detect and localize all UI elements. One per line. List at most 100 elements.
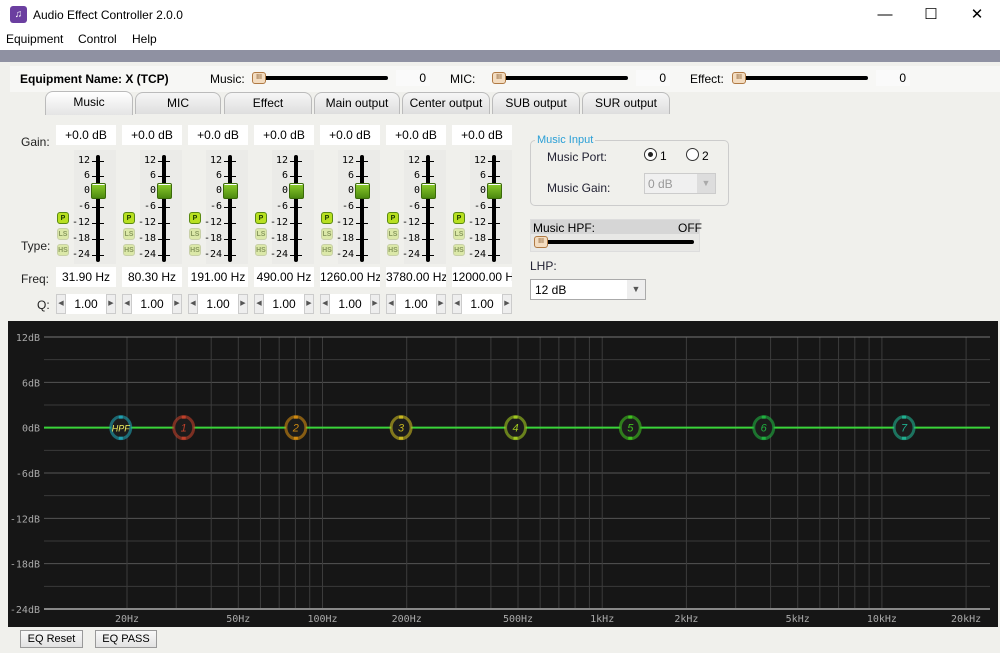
band-fader-thumb[interactable]	[421, 183, 436, 199]
band-q-value[interactable]: 1.00	[330, 294, 370, 314]
tab-music[interactable]: Music	[45, 91, 133, 115]
effect-volume-slider[interactable]	[736, 76, 868, 80]
band-gain-fader[interactable]	[492, 155, 496, 262]
tab-main-output[interactable]: Main output	[314, 92, 400, 114]
band-type-p-button[interactable]: P	[321, 212, 333, 224]
band-type-ls-button[interactable]: LS	[57, 228, 69, 240]
band-gain-fader[interactable]	[360, 155, 364, 262]
band-q-value[interactable]: 1.00	[132, 294, 172, 314]
band-q-value[interactable]: 1.00	[396, 294, 436, 314]
q-increase-button[interactable]: ▶	[436, 294, 446, 314]
music-gain-select[interactable]: 0 dB ▼	[644, 173, 716, 194]
q-decrease-button[interactable]: ◀	[188, 294, 198, 314]
band-type-p-button[interactable]: P	[453, 212, 465, 224]
tab-center-output[interactable]: Center output	[402, 92, 490, 114]
band-type-p-button[interactable]: P	[189, 212, 201, 224]
q-increase-button[interactable]: ▶	[502, 294, 512, 314]
tab-effect[interactable]: Effect	[224, 92, 312, 114]
y-tick-label: -24dB	[10, 605, 40, 616]
fader-scale-tick: -18	[138, 233, 157, 244]
band-type-ls-button[interactable]: LS	[387, 228, 399, 240]
mic-volume-slider[interactable]	[496, 76, 628, 80]
band-type-hs-button[interactable]: HS	[57, 244, 69, 256]
band-type-p-button[interactable]: P	[387, 212, 399, 224]
band-freq-value: 3780.00 Hz	[386, 267, 446, 287]
x-tick-label: 500Hz	[503, 614, 533, 625]
band-freq-value: 490.00 Hz	[254, 267, 314, 287]
q-increase-button[interactable]: ▶	[172, 294, 182, 314]
band-fader-thumb[interactable]	[487, 183, 502, 199]
band-type-ls-button[interactable]: LS	[255, 228, 267, 240]
close-button[interactable]: ✕	[954, 0, 1000, 30]
band-q-value[interactable]: 1.00	[66, 294, 106, 314]
hpf-slider[interactable]	[536, 240, 694, 244]
q-decrease-button[interactable]: ◀	[254, 294, 264, 314]
band-gain-fader[interactable]	[228, 155, 232, 262]
fader-scale-tick: -12	[204, 217, 223, 228]
tab-mic[interactable]: MIC	[135, 92, 221, 114]
tab-sub-output[interactable]: SUB output	[492, 92, 580, 114]
music-volume-slider[interactable]	[256, 76, 388, 80]
band-type-p-button[interactable]: P	[57, 212, 69, 224]
band-type-hs-button[interactable]: HS	[189, 244, 201, 256]
band-gain-fader[interactable]	[162, 155, 166, 262]
q-decrease-button[interactable]: ◀	[56, 294, 66, 314]
eq-response-graph[interactable]: 12dB 6dB 0dB -6dB -12dB -18dB -24dB 20Hz 50Hz 100…	[8, 321, 998, 627]
menu-control[interactable]: Control	[78, 32, 117, 46]
band-type-ls-button[interactable]: LS	[123, 228, 135, 240]
band-type-ls-button[interactable]: LS	[189, 228, 201, 240]
band-gain-fader[interactable]	[426, 155, 430, 262]
eq-node-label: 6	[761, 423, 768, 435]
fader-scale-tick: 12	[209, 155, 222, 166]
band-type-ls-button[interactable]: LS	[321, 228, 333, 240]
band-type-hs-button[interactable]: HS	[321, 244, 333, 256]
eq-reset-button[interactable]: EQ Reset	[20, 630, 83, 648]
band-type-hs-button[interactable]: HS	[387, 244, 399, 256]
lhp-select[interactable]: 12 dB ▼	[530, 279, 646, 300]
music-port-radio-2[interactable]	[686, 148, 699, 161]
menu-help[interactable]: Help	[132, 32, 157, 46]
band-type-p-button[interactable]: P	[123, 212, 135, 224]
band-fader-thumb[interactable]	[157, 183, 172, 199]
chevron-down-icon: ▼	[697, 174, 715, 193]
band-q-value[interactable]: 1.00	[264, 294, 304, 314]
band-type-hs-button[interactable]: HS	[255, 244, 267, 256]
fader-scale-tick: 0	[83, 185, 90, 196]
eq-node-handle	[902, 436, 907, 440]
minimize-button[interactable]: —	[862, 0, 908, 30]
mic-volume-thumb[interactable]: III	[492, 72, 506, 84]
fader-scale-tick: 6	[347, 170, 354, 181]
music-port-radio-1[interactable]	[644, 148, 657, 161]
q-increase-button[interactable]: ▶	[106, 294, 116, 314]
fader-scale-tick: 0	[413, 185, 420, 196]
band-type-hs-button[interactable]: HS	[123, 244, 135, 256]
fader-scale-tick: -18	[468, 233, 487, 244]
band-type-hs-button[interactable]: HS	[453, 244, 465, 256]
q-increase-button[interactable]: ▶	[304, 294, 314, 314]
band-fader-thumb[interactable]	[289, 183, 304, 199]
q-decrease-button[interactable]: ◀	[452, 294, 462, 314]
band-gain-fader[interactable]	[294, 155, 298, 262]
q-increase-button[interactable]: ▶	[238, 294, 248, 314]
band-fader-thumb[interactable]	[355, 183, 370, 199]
band-q-value[interactable]: 1.00	[462, 294, 502, 314]
q-decrease-button[interactable]: ◀	[122, 294, 132, 314]
q-increase-button[interactable]: ▶	[370, 294, 380, 314]
music-volume-thumb[interactable]: III	[252, 72, 266, 84]
q-decrease-button[interactable]: ◀	[320, 294, 330, 314]
menu-equipment[interactable]: Equipment	[6, 32, 63, 46]
music-port-option-1: 1	[660, 149, 667, 163]
band-type-ls-button[interactable]: LS	[453, 228, 465, 240]
fader-scale-tick: -6	[275, 201, 288, 212]
band-gain-fader[interactable]	[96, 155, 100, 262]
band-q-value[interactable]: 1.00	[198, 294, 238, 314]
band-fader-thumb[interactable]	[223, 183, 238, 199]
q-decrease-button[interactable]: ◀	[386, 294, 396, 314]
tab-sur-output[interactable]: SUR output	[582, 92, 670, 114]
eq-pass-button[interactable]: EQ PASS	[95, 630, 157, 648]
band-fader-thumb[interactable]	[91, 183, 106, 199]
effect-volume-thumb[interactable]: III	[732, 72, 746, 84]
hpf-slider-thumb[interactable]: III	[534, 236, 548, 248]
maximize-button[interactable]: ☐	[908, 0, 954, 30]
band-type-p-button[interactable]: P	[255, 212, 267, 224]
